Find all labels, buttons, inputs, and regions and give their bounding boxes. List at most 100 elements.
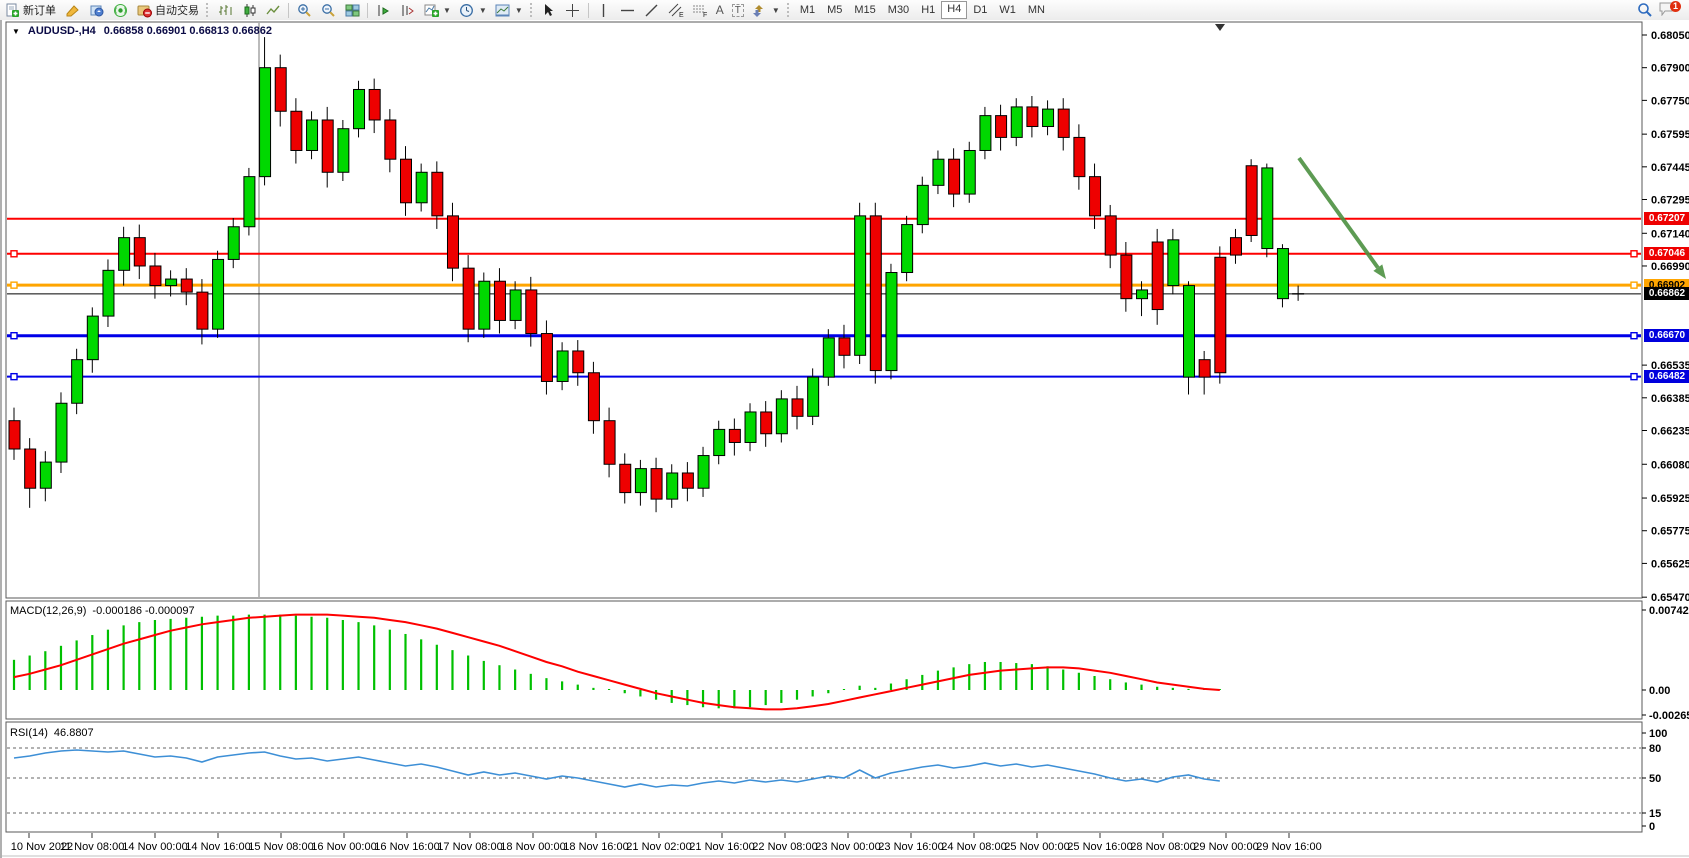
svg-text:21 Nov 02:00: 21 Nov 02:00 [626, 841, 691, 853]
macd-label: MACD(12,26,9) [10, 605, 86, 617]
notification-badge: 1 [1670, 1, 1681, 12]
auto-scroll-button[interactable] [371, 1, 395, 19]
chart-title-bar: ▼ AUDUSD-,H4 0.66858 0.66901 0.66813 0.6… [12, 25, 272, 37]
zoom-in-icon [296, 2, 312, 18]
chart-canvas[interactable]: 0.680500.679000.677500.675950.674450.672… [2, 20, 1689, 858]
chart-shift-button[interactable] [395, 1, 419, 19]
svg-text:15: 15 [1649, 808, 1661, 820]
macd-values: -0.000186 -0.000097 [92, 605, 194, 617]
horizontal-line-tool-button[interactable] [616, 1, 640, 19]
depth-of-market-button[interactable] [84, 1, 108, 19]
toolbar-separator [367, 3, 368, 18]
svg-text:0.65625: 0.65625 [1651, 558, 1689, 570]
zoom-out-button[interactable] [316, 1, 340, 19]
timeframe-m1-button[interactable]: M1 [794, 2, 821, 18]
line-chart-button[interactable] [261, 1, 285, 19]
crosshair-tool-button[interactable] [561, 1, 585, 19]
dropdown-caret: ▼ [443, 6, 451, 15]
svg-text:18 Nov 00:00: 18 Nov 00:00 [500, 841, 565, 853]
trendline-icon [644, 2, 660, 18]
svg-text:16 Nov 16:00: 16 Nov 16:00 [374, 841, 439, 853]
signals-button[interactable] [108, 1, 132, 19]
template-icon [495, 2, 511, 18]
timeframe-mn-button[interactable]: MN [1022, 2, 1051, 18]
svg-text:16 Nov 00:00: 16 Nov 00:00 [311, 841, 376, 853]
vertical-line-tool-button[interactable] [592, 1, 616, 19]
timeframe-m15-button[interactable]: M15 [848, 2, 881, 18]
zoom-in-button[interactable] [292, 1, 316, 19]
vertical-line-icon [596, 2, 612, 18]
chart-workspace: 0.680500.679000.677500.675950.674450.672… [0, 20, 1689, 858]
svg-text:0.68050: 0.68050 [1651, 30, 1689, 42]
svg-text:0.67900: 0.67900 [1651, 63, 1689, 75]
highlighter-button[interactable] [60, 1, 84, 19]
timeframe-d1-button[interactable]: D1 [967, 2, 993, 18]
toolbar: 新订单 自动交易 [0, 0, 1689, 21]
svg-text:0.66990: 0.66990 [1651, 261, 1689, 273]
channel-tool-button[interactable]: E [664, 1, 688, 19]
svg-text:0.66080: 0.66080 [1651, 459, 1689, 471]
label-tool-icon: T [732, 4, 744, 17]
crosshair-icon [565, 2, 581, 18]
toolbar-separator [530, 3, 534, 17]
arrows-tool-icon [752, 2, 768, 18]
svg-text:29 Nov 16:00: 29 Nov 16:00 [1256, 841, 1321, 853]
new-order-button[interactable]: 新订单 [0, 1, 60, 19]
collapse-triangle-icon[interactable]: ▼ [12, 27, 20, 36]
ohlc-values: 0.66858 0.66901 0.66813 0.66862 [104, 25, 272, 37]
price-badge-0.66482: 0.66482 [1644, 370, 1689, 383]
svg-text:0: 0 [1649, 821, 1655, 833]
macd-label-bar: MACD(12,26,9) -0.000186 -0.000097 [10, 605, 195, 617]
search-icon[interactable] [1637, 2, 1653, 18]
timeframe-bar: M1M5M15M30H1H4D1W1MN [794, 1, 1051, 19]
timeframe-h1-button[interactable]: H1 [915, 2, 941, 18]
text-tool-icon: A [716, 3, 724, 17]
svg-text:23 Nov 16:00: 23 Nov 16:00 [878, 841, 943, 853]
notifications-button[interactable]: 1 [1659, 2, 1679, 18]
cursor-tool-button[interactable] [537, 1, 561, 19]
svg-text:15 Nov 08:00: 15 Nov 08:00 [248, 841, 313, 853]
timeframe-h4-button[interactable]: H4 [941, 1, 967, 19]
arrows-tool-button[interactable]: ▼ [748, 1, 784, 19]
auto-trade-button[interactable]: 自动交易 [132, 1, 203, 19]
svg-text:50: 50 [1649, 773, 1661, 785]
text-tool-button[interactable]: A [712, 1, 728, 19]
timeframe-w1-button[interactable]: W1 [993, 2, 1022, 18]
svg-text:0.65925: 0.65925 [1651, 493, 1689, 505]
svg-text:0.67140: 0.67140 [1651, 228, 1689, 240]
svg-text:0.00: 0.00 [1649, 685, 1670, 697]
mt4-window: 新订单 自动交易 [0, 0, 1689, 858]
add-indicator-button[interactable]: ▼ [419, 1, 455, 19]
highlighter-icon [64, 2, 80, 18]
cursor-icon [541, 2, 557, 18]
price-badge-0.67046: 0.67046 [1644, 247, 1689, 260]
period-button[interactable]: ▼ [455, 1, 491, 19]
timeframe-m30-button[interactable]: M30 [882, 2, 915, 18]
rsi-value: 46.8807 [54, 727, 94, 739]
svg-text:24 Nov 08:00: 24 Nov 08:00 [941, 841, 1006, 853]
svg-text:14 Nov 16:00: 14 Nov 16:00 [185, 841, 250, 853]
label-tool-button[interactable]: T [728, 1, 748, 19]
zoom-out-icon [320, 2, 336, 18]
svg-text:29 Nov 00:00: 29 Nov 00:00 [1193, 841, 1258, 853]
svg-text:17 Nov 08:00: 17 Nov 08:00 [437, 841, 502, 853]
svg-text:0.67595: 0.67595 [1651, 129, 1689, 141]
bar-chart-button[interactable] [213, 1, 237, 19]
template-button[interactable]: ▼ [491, 1, 527, 19]
tile-windows-button[interactable] [340, 1, 364, 19]
timeframe-m5-button[interactable]: M5 [821, 2, 848, 18]
depth-of-market-icon [88, 2, 104, 18]
rsi-label-bar: RSI(14) 46.8807 [10, 727, 94, 739]
svg-text:E: E [679, 12, 684, 18]
chart-shift-icon [399, 2, 415, 18]
auto-scroll-icon [375, 2, 391, 18]
signals-icon [112, 2, 128, 18]
tile-windows-icon [344, 2, 360, 18]
clock-icon [459, 2, 475, 18]
candle-chart-button[interactable] [237, 1, 261, 19]
toolbar-separator [588, 3, 589, 18]
svg-text:25 Nov 00:00: 25 Nov 00:00 [1004, 841, 1069, 853]
rsi-label: RSI(14) [10, 727, 48, 739]
trendline-tool-button[interactable] [640, 1, 664, 19]
fibonacci-tool-button[interactable]: F [688, 1, 712, 19]
